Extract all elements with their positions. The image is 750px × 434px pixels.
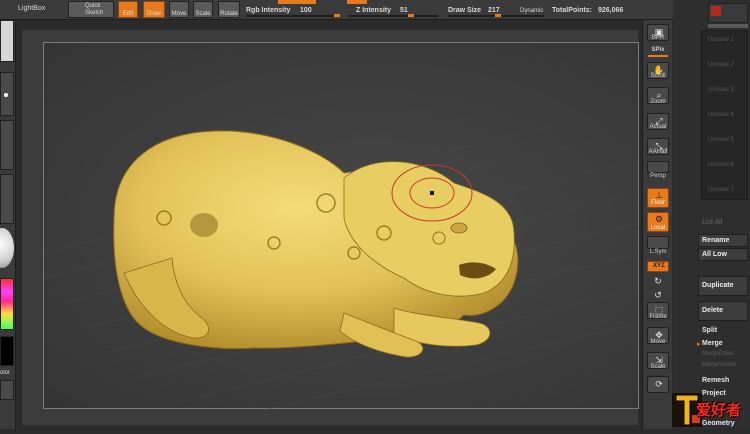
draw-label: Draw — [146, 11, 161, 17]
duplicate-button[interactable]: Duplicate — [698, 276, 748, 296]
sculpt-model[interactable] — [113, 130, 519, 358]
zadd-toggle[interactable] — [347, 0, 367, 4]
xyz-label: XYZ — [653, 263, 665, 269]
left-swatch-button[interactable] — [0, 380, 14, 400]
rgb-intensity-value: 100 — [300, 7, 312, 14]
persp-label: Persp — [650, 173, 666, 179]
brush-thumbnail[interactable] — [0, 20, 14, 62]
left-tool-panel: olor — [0, 20, 16, 429]
watermark-text: 爱好者 — [696, 402, 742, 419]
rotate-y-button[interactable]: ↻ — [647, 274, 669, 287]
total-points-value: 926,066 — [598, 7, 624, 14]
z-intensity-slider[interactable] — [348, 15, 438, 17]
zoom-label: Zoom — [650, 99, 666, 105]
quick-sketch-button[interactable]: Quick Sketch — [68, 1, 114, 18]
aahalf-label: AAHalf — [648, 149, 668, 155]
rgb-toggle[interactable] — [278, 0, 316, 4]
floor-label: Floor — [651, 200, 665, 206]
persp-button[interactable] — [647, 161, 669, 173]
lightbox-button[interactable]: LightBox — [18, 5, 45, 13]
frame-label: Frame — [649, 314, 667, 320]
merge-indicator: ▸ — [697, 341, 701, 348]
subtool-item[interactable]: Unused 5 — [708, 137, 734, 143]
total-points-label: TotalPoints: — [552, 7, 592, 14]
model-viewport — [44, 122, 640, 410]
subtool-item[interactable]: Unused 4 — [708, 112, 734, 118]
dot-icon — [4, 93, 8, 97]
scale-label: Scale — [195, 11, 211, 17]
merge-button[interactable]: Merge — [702, 340, 723, 347]
stroke-thumbnail[interactable] — [0, 72, 14, 116]
color-label: olor — [0, 370, 11, 376]
rotate-z-button[interactable]: ↺ — [647, 288, 669, 301]
draw-button[interactable]: Draw — [143, 1, 165, 18]
draw-size-knob[interactable] — [495, 14, 501, 17]
move-mode-button[interactable]: Move — [169, 1, 189, 18]
edit-button[interactable]: Edit — [118, 1, 138, 18]
rgb-intensity-slider[interactable] — [246, 15, 338, 17]
scale-mode-button[interactable]: Scale — [193, 1, 213, 18]
scroll-label: Scroll — [650, 73, 666, 79]
move-label: Move — [171, 11, 187, 17]
dynamic-toggle[interactable]: Dynamic — [520, 7, 543, 15]
z-intensity-knob[interactable] — [408, 14, 414, 17]
merge-down-button[interactable]: MergeDown — [702, 351, 734, 357]
rotate-z-icon: ↺ — [654, 290, 662, 300]
scale-view-label: Scale — [650, 364, 666, 370]
right-shelf: ▣ BPR SPix ✋ Scroll ⌕ Zoom ⤢ Actual ⤡ AA… — [642, 20, 672, 429]
subtool-slider[interactable] — [708, 24, 748, 28]
subtool-item[interactable]: Unused 7 — [708, 187, 734, 193]
rename-label: Rename — [702, 237, 730, 244]
top-toolbar: LightBox Quick Sketch Edit Draw Move Sca… — [0, 0, 750, 20]
delete-button[interactable]: Delete — [698, 301, 748, 321]
rotate-icon: ↻ — [654, 276, 662, 286]
subtool-item[interactable]: Unused 6 — [708, 162, 734, 168]
merge-visible-button[interactable]: MergeVisible — [702, 362, 737, 368]
delete-label: Delete — [702, 307, 724, 314]
actual-label: Actual — [649, 124, 667, 130]
rotate-view-icon: ⟳ — [655, 379, 663, 389]
subtool-item[interactable]: Unused 3 — [708, 87, 734, 93]
rotate-mode-button[interactable]: Rotate — [218, 1, 240, 18]
local-label: Local — [650, 225, 666, 231]
alpha-thumbnail[interactable] — [0, 120, 14, 170]
xyz-button[interactable]: XYZ — [647, 261, 669, 272]
rotate-label: Rotate — [220, 11, 238, 17]
spix-label[interactable]: SPix — [643, 47, 673, 53]
rotate-view-button[interactable]: ⟳ — [647, 376, 669, 393]
subtool-item[interactable]: Unused 1 — [708, 37, 734, 43]
rgb-intensity-knob[interactable] — [334, 14, 340, 17]
sketch-label: Sketch — [85, 10, 104, 16]
watermark-logo: 爱好者 — [670, 385, 750, 429]
all-low-label: All Low — [702, 251, 727, 258]
document-canvas[interactable] — [43, 42, 640, 410]
main-color-swatch[interactable] — [0, 336, 14, 366]
texture-thumbnail[interactable] — [0, 174, 14, 224]
edit-label: Edit — [122, 11, 134, 17]
subtool-top-button[interactable] — [708, 3, 748, 23]
draw-size-label: Draw Size — [448, 7, 482, 14]
red-swatch — [711, 6, 721, 16]
z-intensity-label: Z Intensity — [356, 7, 392, 14]
list-all-button[interactable]: List All — [702, 219, 722, 226]
lsym-button[interactable] — [647, 236, 669, 249]
lsym-label: L.Sym — [649, 249, 667, 255]
rename-button[interactable]: Rename — [698, 234, 748, 247]
bpr-label: BPR — [651, 35, 665, 41]
all-low-button[interactable]: All Low — [698, 248, 748, 261]
move-view-label: Move — [650, 339, 666, 345]
local-icon: ⚙ — [654, 214, 664, 224]
color-picker[interactable] — [0, 278, 14, 330]
duplicate-label: Duplicate — [702, 282, 734, 289]
remesh-button[interactable]: Remesh — [702, 377, 729, 384]
rgb-intensity-label: Rgb Intensity — [246, 7, 291, 14]
subtool-item[interactable]: Unused 2 — [708, 62, 734, 68]
spix-slider[interactable] — [648, 55, 668, 57]
split-button[interactable]: Split — [702, 327, 717, 334]
z-intensity-value: 51 — [400, 7, 408, 14]
material-sphere-icon[interactable] — [0, 228, 14, 268]
